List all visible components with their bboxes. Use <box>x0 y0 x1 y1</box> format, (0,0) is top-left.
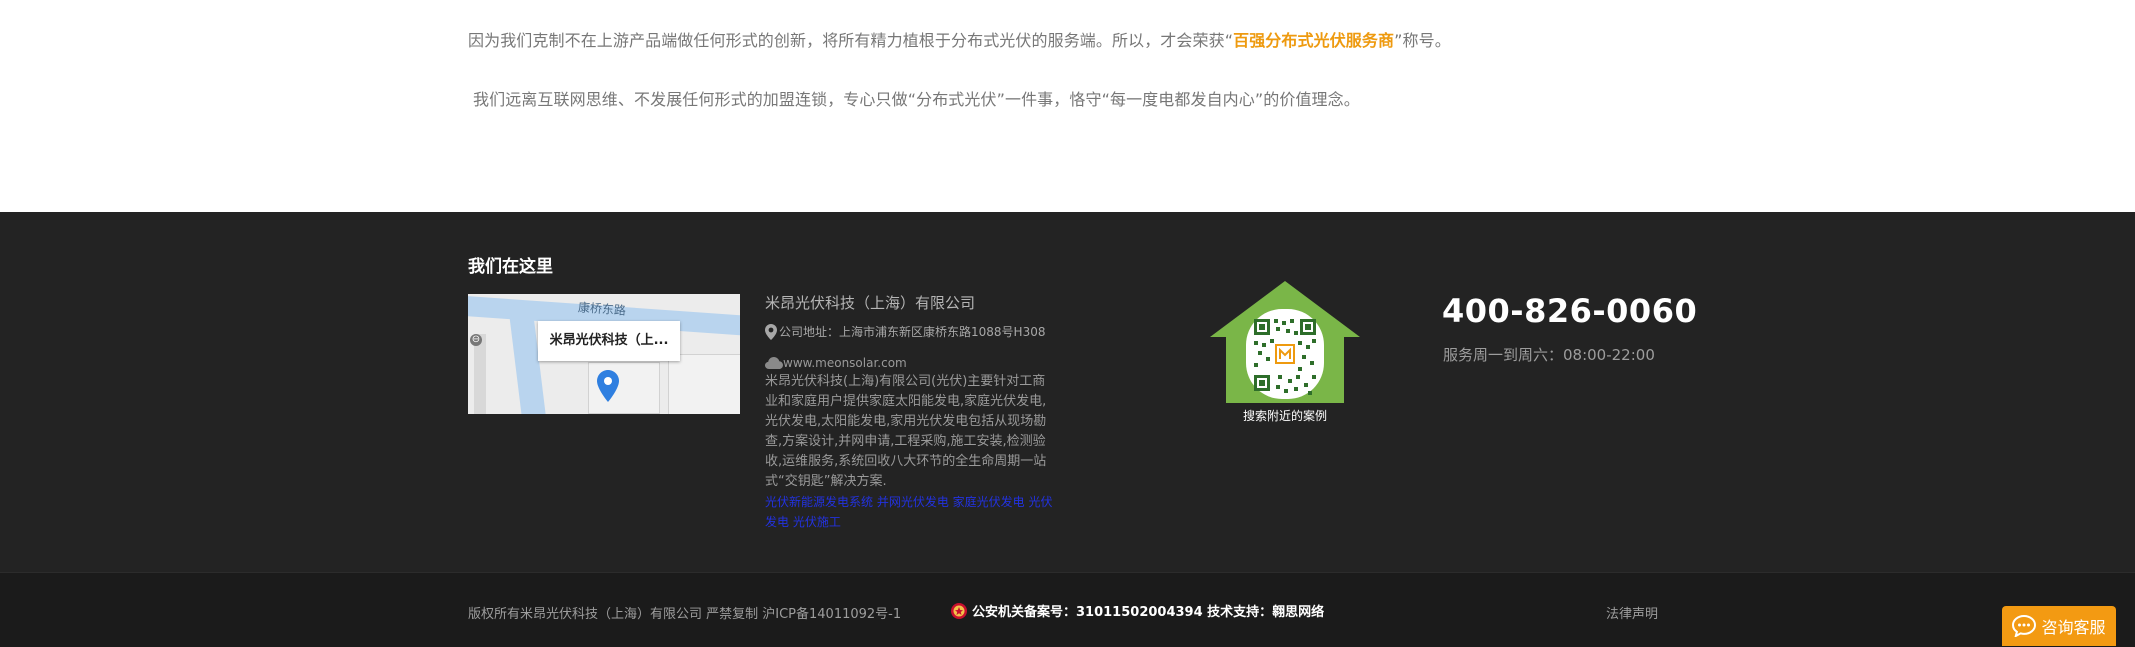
location-map[interactable]: 康桥东路 ⊖ 米昂光伏科技（上... <box>468 294 740 414</box>
bottom-bar: 版权所有米昂光伏科技（上海）有限公司 严禁复制 沪ICP备14011092号-1… <box>0 572 2135 647</box>
map-zoom-out-icon[interactable]: ⊖ <box>470 334 482 346</box>
police-record-text[interactable]: 公安机关备案号：31011502004394 技术支持：翱思网络 <box>972 601 1324 620</box>
intro-text-end: ”称号。 <box>1394 31 1451 50</box>
address-text: 公司地址：上海市浦东新区康桥东路1088号H308 <box>779 325 1046 339</box>
customer-service-label[interactable]: 咨询客服 <box>2041 614 2105 638</box>
footer: 我们在这里 康桥东路 ⊖ 米昂光伏科技（上... 米昂光伏科技（上海）有限公司 … <box>0 212 2135 572</box>
company-info: 米昂光伏科技（上海）有限公司 公司地址：上海市浦东新区康桥东路1088号H308… <box>765 292 1065 532</box>
police-record[interactable]: 公安机关备案号：31011502004394 技术支持：翱思网络 <box>950 601 1324 620</box>
award-highlight: 百强分布式光伏服务商 <box>1233 31 1395 50</box>
service-phone: 400-826-0060 <box>1442 292 1698 330</box>
footer-title: 我们在这里 <box>468 257 553 277</box>
map-block <box>668 354 740 414</box>
intro-paragraph-2: 我们远离互联网思维、不发展任何形式的加盟连锁，专心只做“分布式光伏”一件事，恪守… <box>473 90 1360 109</box>
police-badge-icon <box>951 602 967 619</box>
service-hours: 服务周一到周六：08:00-22:00 <box>1443 346 1655 364</box>
company-description: 米昂光伏科技(上海)有限公司(光伏)主要针对工商业和家庭用户提供家庭太阳能发电,… <box>765 374 1047 489</box>
website-text[interactable]: www.meonsolar.com <box>783 356 907 370</box>
keyword-links[interactable]: 光伏新能源发电系统 并网光伏发电 家庭光伏发电 光伏发电 光伏施工 <box>765 492 1057 532</box>
intro-paragraph-1: 因为我们克制不在上游产品端做任何形式的创新，将所有精力植根于分布式光伏的服务端。… <box>468 27 1451 51</box>
company-website[interactable]: www.meonsolar.com <box>765 356 1065 370</box>
chat-bubble-icon <box>2012 615 2037 637</box>
map-road-label: 康桥东路 <box>577 300 627 318</box>
cloud-icon <box>765 357 783 369</box>
copyright-text: 版权所有米昂光伏科技（上海）有限公司 严禁复制 沪ICP备14011092号-1 <box>468 607 902 622</box>
qr-code-block: 搜索附近的案例 <box>1208 279 1362 423</box>
legal-notice-link[interactable]: 法律声明 <box>1606 603 1658 622</box>
customer-service-button[interactable]: 咨询客服 <box>2002 606 2116 646</box>
map-road <box>474 334 486 414</box>
qr-caption: 搜索附近的案例 <box>1242 409 1327 423</box>
location-pin-icon <box>765 323 777 340</box>
qr-code-house-frame <box>1210 281 1360 403</box>
company-address: 公司地址：上海市浦东新区康桥东路1088号H308 <box>765 323 1065 340</box>
map-marker-label[interactable]: 米昂光伏科技（上... <box>538 321 680 361</box>
intro-text: 因为我们克制不在上游产品端做任何形式的创新，将所有精力植根于分布式光伏的服务端。… <box>468 31 1234 50</box>
map-pin-icon[interactable] <box>597 370 619 402</box>
intro-section: 因为我们克制不在上游产品端做任何形式的创新，将所有精力植根于分布式光伏的服务端。… <box>0 0 2135 212</box>
company-name: 米昂光伏科技（上海）有限公司 <box>765 294 976 312</box>
